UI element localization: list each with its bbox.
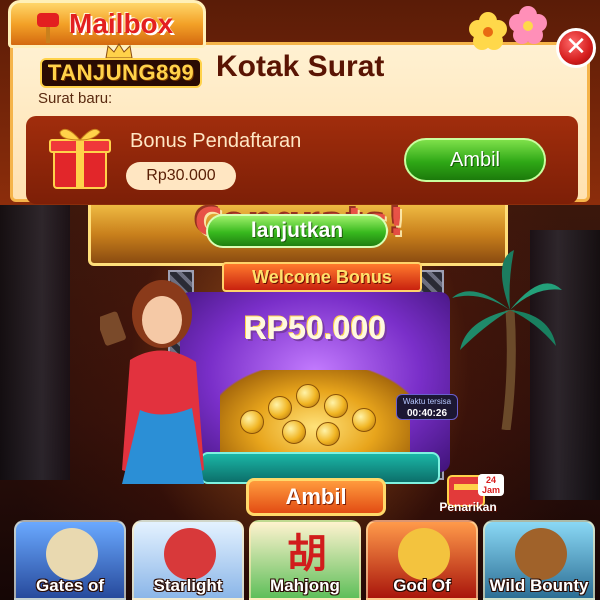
game-tile-label: Starlight — [153, 576, 223, 595]
claim-bonus-button[interactable]: Ambil — [246, 478, 386, 516]
coin-icon — [268, 396, 292, 420]
mailbox-post-icon — [37, 13, 59, 43]
claim-mail-button[interactable]: Ambil — [404, 138, 546, 182]
coin-icon — [324, 394, 348, 418]
fortune-god-icon — [398, 528, 450, 580]
game-tile-starlight[interactable]: Starlight — [132, 520, 244, 600]
coin-icon — [282, 420, 306, 444]
game-tile-mahjong[interactable]: 胡 Mahjong — [249, 520, 361, 600]
withdraw-label[interactable]: Penarikan — [428, 500, 508, 514]
timer-label: Waktu tersisa — [402, 397, 452, 406]
withdraw-badge: 24 Jam — [478, 474, 504, 496]
game-tile-row: Gates of Starlight 胡 Mahjong God Of Wild… — [14, 520, 600, 600]
game-tile-label: God Of — [393, 576, 451, 595]
welcome-bonus-banner: Welcome Bonus — [222, 262, 422, 292]
mail-amount-badge: Rp30.000 — [126, 162, 236, 190]
brand-logo: TANJUNG899 — [40, 58, 202, 88]
continue-button[interactable]: lanjutkan — [206, 214, 388, 248]
flower-decoration-icon — [469, 6, 547, 50]
coin-icon — [316, 422, 340, 446]
countdown-timer: Waktu tersisa 00:40:26 — [396, 394, 458, 420]
mailbox-title: Mailbox — [69, 8, 174, 39]
mahjong-tile-icon: 胡 — [287, 530, 327, 577]
hostess-character-icon — [100, 280, 204, 484]
timer-value: 00:40:26 — [406, 408, 448, 419]
zeus-icon — [46, 528, 98, 580]
slot-machine-left — [0, 200, 70, 480]
game-tile-label: Mahjong — [270, 576, 340, 595]
game-tile-wild-bounty[interactable]: Wild Bounty — [483, 520, 595, 600]
new-mail-label: Surat baru: — [38, 90, 113, 107]
mailbox-tab: Mailbox — [8, 0, 206, 48]
close-button[interactable]: ✕ — [556, 28, 596, 68]
game-tile-gates-of[interactable]: Gates of — [14, 520, 126, 600]
coin-icon — [352, 408, 376, 432]
santa-girl-icon — [164, 528, 216, 580]
prize-amount: RP50.000 — [243, 310, 387, 346]
palm-tree-icon — [452, 250, 562, 430]
gift-box-icon — [49, 128, 111, 189]
coin-icon — [296, 384, 320, 408]
coin-icon — [240, 410, 264, 434]
game-tile-god-of[interactable]: God Of — [366, 520, 478, 600]
coin-pile-icon — [220, 370, 410, 465]
cowgirl-icon — [515, 528, 567, 580]
game-tile-label: Wild Bounty — [489, 576, 589, 595]
mailbox-heading: Kotak Surat — [216, 50, 385, 83]
game-tile-label: Gates of — [35, 576, 105, 595]
mail-subject: Bonus Pendaftaran — [130, 130, 302, 152]
